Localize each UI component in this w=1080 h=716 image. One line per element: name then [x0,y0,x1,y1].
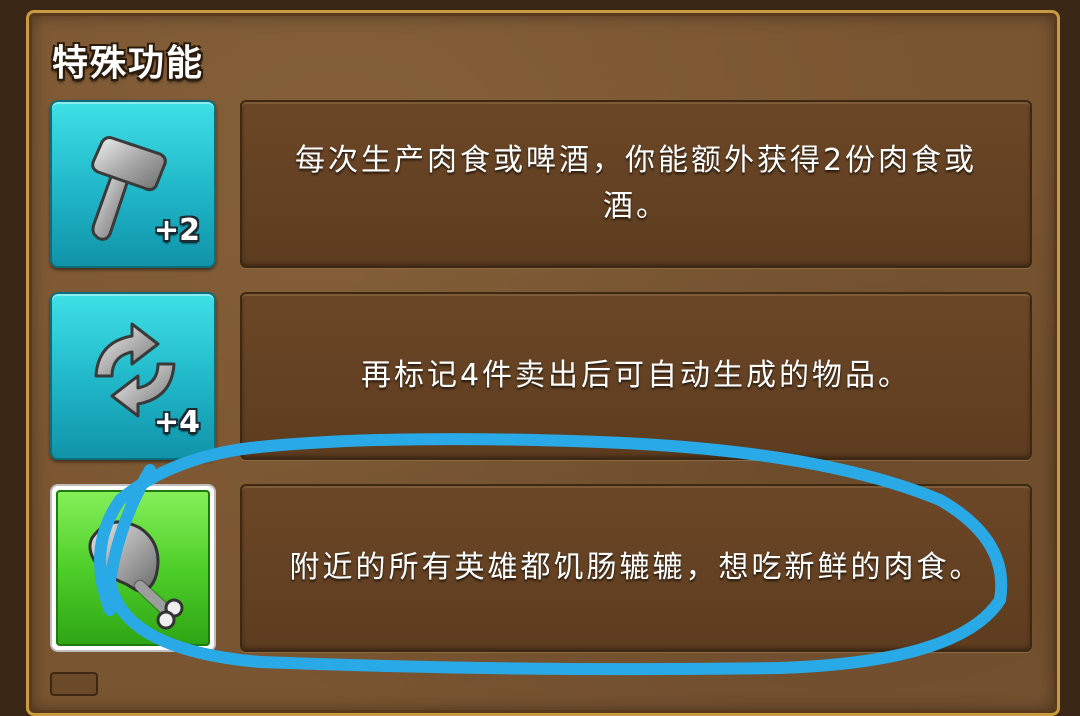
bonus-badge: +4 [153,405,200,440]
meat-drumstick-icon [88,520,184,630]
bonus-badge: +2 [153,213,200,248]
ability-description-box: 再标记4件卖出后可自动生成的物品。 [240,292,1032,460]
ability-description: 再标记4件卖出后可自动生成的物品。 [360,358,912,393]
ability-icon-meat[interactable] [50,484,216,652]
ability-description: 每次生产肉食或啤酒，你能额外获得2份肉食或酒。 [294,143,978,224]
panel-title: 特殊功能 [52,43,205,84]
ability-description: 附近的所有英雄都饥肠辘辘，想吃新鲜的肉食。 [289,550,983,585]
ability-description-box: 每次生产肉食或啤酒，你能额外获得2份肉食或酒。 [240,100,1032,268]
ability-icon-hammer[interactable]: +2 [50,100,216,268]
ability-icon-refresh[interactable]: +4 [50,292,216,460]
next-row-edge [50,672,98,696]
ability-description-box: 附近的所有英雄都饥肠辘辘，想吃新鲜的肉食。 [240,484,1032,652]
